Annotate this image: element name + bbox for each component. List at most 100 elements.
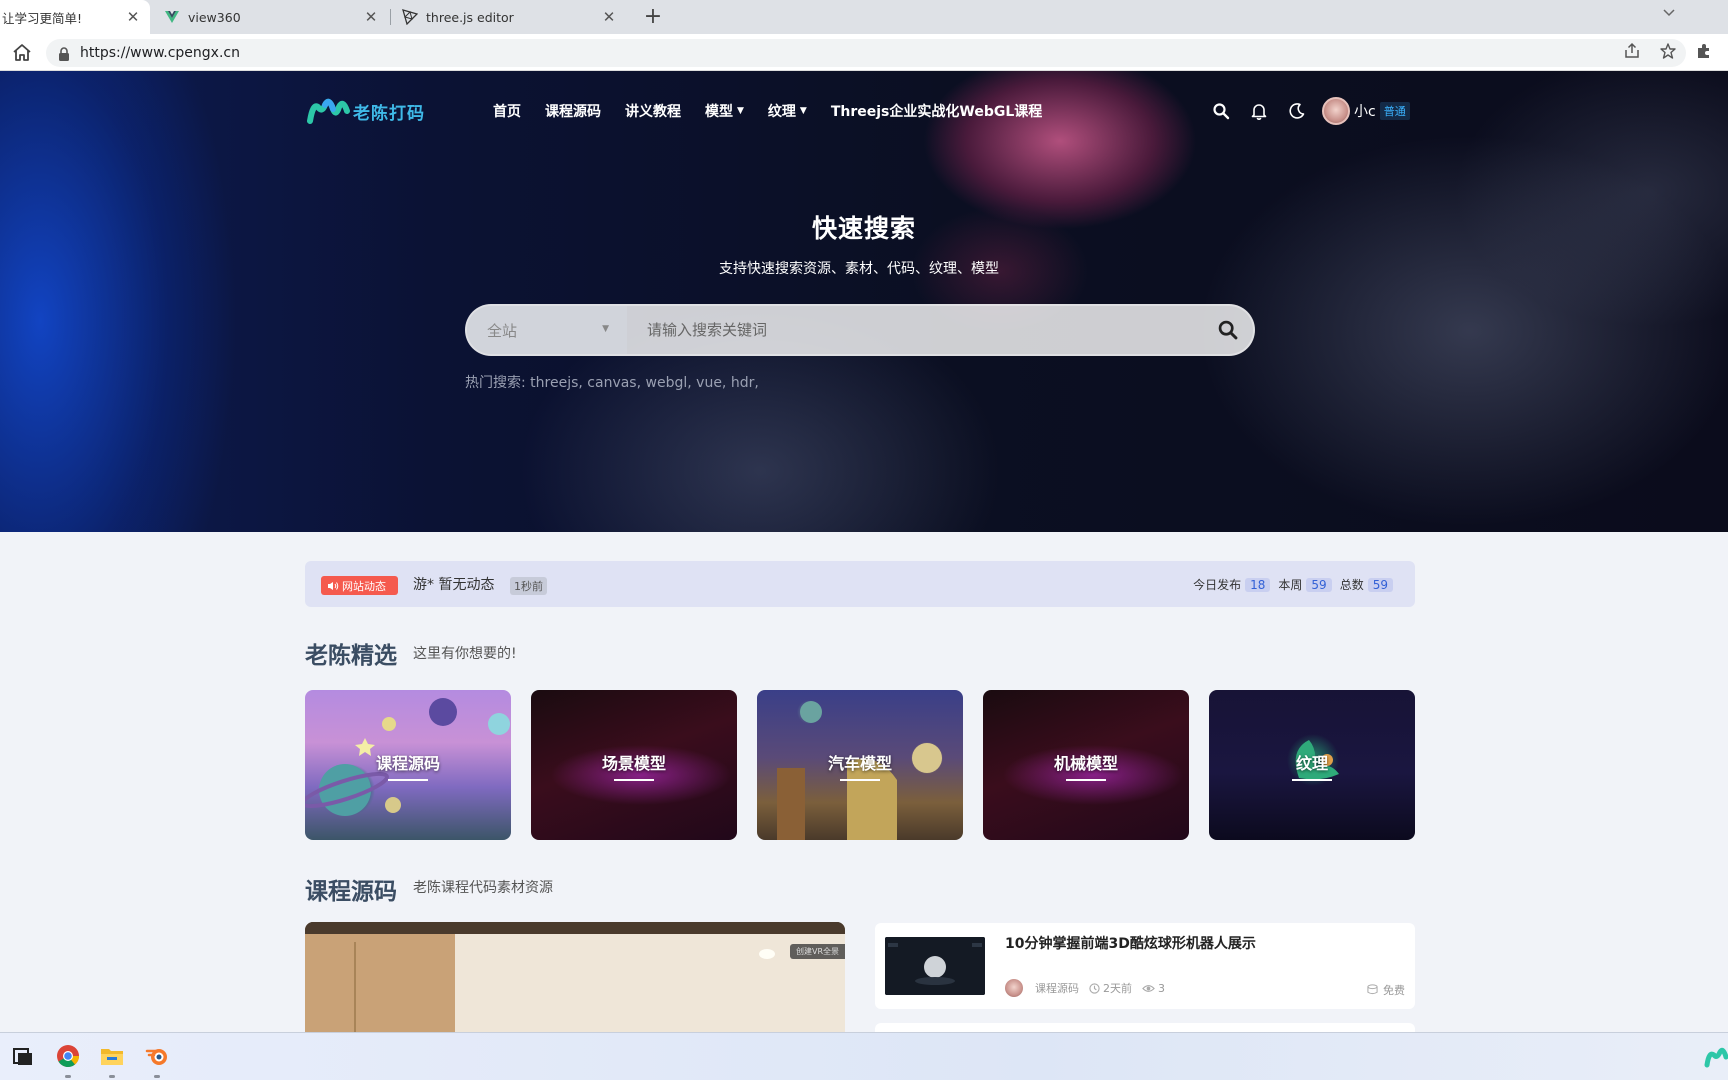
user-level-badge: 普通 (1379, 102, 1410, 120)
author-avatar[interactable] (1005, 979, 1023, 997)
chevron-down-icon: ▼ (737, 106, 744, 116)
featured-course-image[interactable]: 创建VR全景 (305, 922, 845, 1032)
menu-label: 首页 (493, 104, 521, 120)
chevron-down-icon: ▼ (602, 324, 609, 334)
close-icon[interactable]: ✕ (362, 8, 380, 26)
hero-banner: 老陈打码 首页 课程源码 讲义教程 模型 ▼ 纹理 ▼ Threejs企业实战化We… (0, 71, 1728, 532)
menu-item-tutorials[interactable]: 讲义教程 (625, 101, 681, 121)
browser-tab-bar: 让学习更简单! ✕ view360 ✕ three.js editor ✕ + (0, 0, 1728, 34)
tab-threejs-editor[interactable]: three.js editor ✕ (400, 0, 624, 34)
category-underline (614, 778, 654, 781)
menu-item-course-source[interactable]: 课程源码 (545, 101, 601, 121)
hero-subtitle: 支持快速搜索资源、素材、代码、纹理、模型 (719, 261, 999, 277)
hot-search: 热门搜索: threejs, canvas, webgl, vue, hdr, (465, 372, 759, 392)
main-menu: 首页 课程源码 讲义教程 模型 ▼ 纹理 ▼ Threejs企业实战化WebGL课程 (493, 101, 1066, 121)
file-explorer-icon[interactable] (99, 1043, 125, 1069)
section-title-courses: 课程源码 (305, 879, 397, 905)
tab-active[interactable]: 让学习更简单! ✕ (0, 0, 150, 34)
hot-search-link[interactable]: vue, (696, 375, 726, 391)
close-icon[interactable]: ✕ (600, 8, 618, 26)
search-icon[interactable] (1210, 100, 1232, 122)
eye-icon (1142, 984, 1155, 992)
post-views: 3 (1158, 981, 1165, 995)
feature-image-tag: 创建VR全景 (789, 944, 845, 959)
hero-search-box: 全站 ▼ (465, 304, 1255, 356)
publish-stats: 今日发布 18 本周 59 总数 59 (1193, 576, 1393, 593)
search-scope-select[interactable]: 全站 ▼ (467, 306, 627, 354)
menu-item-home[interactable]: 首页 (493, 101, 521, 121)
category-card-scene-models[interactable]: 场景模型 (531, 690, 737, 840)
blender-icon[interactable] (144, 1043, 170, 1069)
bookmark-star-icon[interactable] (1658, 42, 1678, 62)
post-category[interactable]: 课程源码 (1035, 980, 1079, 996)
site-logo[interactable]: 老陈打码 (307, 95, 425, 127)
extensions-puzzle-icon[interactable] (1694, 42, 1714, 62)
tab-separator (390, 9, 391, 25)
section-title-featured: 老陈精选 (305, 643, 397, 669)
site-header: 老陈打码 首页 课程源码 讲义教程 模型 ▼ 纹理 ▼ Threejs企业实战化We… (0, 71, 1728, 151)
bell-icon[interactable] (1248, 100, 1270, 122)
site-activity-bar: 网站动态 游* 暂无动态 1秒前 今日发布 18 本周 59 总数 59 (305, 561, 1415, 607)
tray-app-icon[interactable] (1704, 1043, 1728, 1069)
omnibox[interactable]: https://www.cpengx.cn (46, 39, 1686, 67)
lock-icon[interactable] (58, 46, 70, 61)
search-input[interactable] (627, 306, 1207, 354)
post-title[interactable]: 10分钟掌握前端3D酷炫球形机器人展示 (1005, 933, 1256, 953)
category-underline (1066, 778, 1106, 781)
menu-label: Threejs企业实战化WebGL课程 (830, 104, 1043, 120)
hot-search-link[interactable]: webgl, (646, 375, 692, 391)
post-meta: 课程源码 2天前 3 (1005, 979, 1165, 997)
running-indicator (154, 1075, 160, 1078)
category-card-textures[interactable]: 纹理 (1209, 690, 1415, 840)
url-text: https://www.cpengx.cn (80, 45, 240, 61)
section-subtitle-featured: 这里有你想要的! (413, 646, 517, 662)
room-illustration (305, 922, 845, 1032)
category-underline (840, 778, 880, 781)
category-label: 场景模型 (601, 753, 666, 773)
category-card-mechanical-models[interactable]: 机械模型 (983, 690, 1189, 840)
menu-label: 纹理 (767, 104, 796, 120)
user-name[interactable]: 小c (1354, 101, 1376, 121)
home-icon[interactable] (10, 41, 34, 65)
hot-search-label: 热门搜索: (465, 375, 526, 391)
hot-search-link[interactable]: threejs, (530, 375, 583, 391)
search-scope-value: 全站 (487, 321, 518, 340)
category-underline (1292, 778, 1332, 781)
post-thumbnail[interactable] (885, 937, 985, 995)
task-view-icon[interactable] (10, 1043, 36, 1069)
stat-today-value: 18 (1245, 577, 1271, 592)
logo-text: 老陈打码 (353, 103, 425, 124)
tab-title: view360 (188, 9, 241, 25)
post-price-label: 免费 (1383, 984, 1405, 997)
hot-search-link[interactable]: hdr, (731, 375, 759, 391)
tab-view360[interactable]: view360 ✕ (160, 0, 386, 34)
activity-text[interactable]: 游* 暂无动态 (413, 574, 494, 594)
menu-item-models[interactable]: 模型 ▼ (705, 101, 744, 121)
logo-icon (307, 98, 350, 124)
running-indicator (65, 1075, 71, 1078)
course-post-card[interactable]: 10分钟掌握前端3D酷炫球形机器人展示 课程源码 2天前 3 免费 (875, 923, 1415, 1009)
tab-search-chevron-icon[interactable] (1662, 6, 1676, 22)
share-icon[interactable] (1622, 42, 1642, 62)
user-avatar[interactable] (1322, 97, 1350, 125)
category-label: 纹理 (1295, 753, 1328, 773)
tab-title: three.js editor (426, 9, 514, 25)
stat-total-value: 59 (1367, 577, 1393, 592)
hot-search-link[interactable]: canvas, (587, 375, 641, 391)
new-tab-button[interactable]: + (640, 4, 666, 30)
chrome-icon[interactable] (55, 1043, 81, 1069)
menu-item-threejs-course[interactable]: Threejs企业实战化WebGL课程 (831, 101, 1042, 121)
running-indicator (109, 1075, 115, 1078)
stat-week-label: 本周 (1278, 578, 1303, 592)
search-submit-icon[interactable] (1217, 319, 1239, 341)
close-icon[interactable]: ✕ (124, 8, 142, 26)
hero-title: 快速搜索 (811, 214, 916, 243)
activity-tag-label: 网站动态 (342, 579, 386, 593)
category-card-course-source[interactable]: 课程源码 (305, 690, 511, 840)
menu-item-textures[interactable]: 纹理 ▼ (768, 101, 807, 121)
stat-week-value: 59 (1306, 577, 1332, 592)
menu-label: 课程源码 (545, 104, 601, 120)
address-bar: https://www.cpengx.cn (0, 34, 1728, 71)
moon-icon[interactable] (1286, 100, 1308, 122)
category-card-car-models[interactable]: 汽车模型 (757, 690, 963, 840)
